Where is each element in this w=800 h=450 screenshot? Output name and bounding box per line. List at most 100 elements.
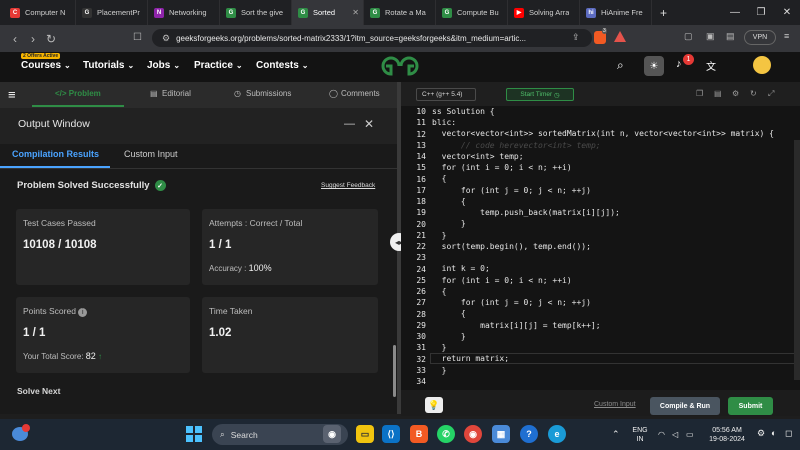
wifi-icon[interactable]: ◠ [658,430,665,439]
site-info-icon[interactable]: ⚙ [162,33,170,44]
file-explorer-icon[interactable]: ▭ [356,425,374,443]
tab-editorial[interactable]: Editorial [162,89,191,98]
edge-icon[interactable]: e [548,425,566,443]
settings-icon[interactable]: ⚙ [757,429,765,438]
tab-title: Sorted [313,8,336,17]
whatsapp-icon[interactable]: ✆ [437,425,455,443]
tab-submissions[interactable]: Submissions [246,89,291,98]
accuracy-label: Accuracy : [209,264,247,273]
maximize-icon[interactable]: ❐ [748,7,774,18]
help-icon[interactable]: ? [520,425,538,443]
sidebar-icon[interactable]: ▢ [684,31,693,42]
tab-title: Networking [169,8,207,17]
gfg-logo-icon [381,56,419,76]
suggest-feedback-link[interactable]: Suggest Feedback [321,182,375,189]
tray-chevron-icon[interactable]: ⌃ [612,430,620,439]
output-scrollbar[interactable] [393,345,396,397]
start-timer-button[interactable]: Start Timer ◷ [506,88,574,101]
notification-icon[interactable]: ◻ [785,429,792,438]
extensions-icon[interactable]: ▣ [706,31,715,42]
vscode-icon[interactable]: ⟨⟩ [382,425,400,443]
menu-courses[interactable]: Courses ⌄ [21,60,71,71]
tab-custom-input[interactable]: Custom Input [124,149,178,159]
theme-toggle-icon[interactable]: ☀ [644,56,664,76]
browser-tab[interactable]: G Sort the give [220,0,292,25]
bookmark-icon[interactable]: ☐ [133,32,142,43]
tab-title: Rotate a Ma [385,8,426,17]
volume-icon[interactable]: ◁ [672,430,678,439]
compile-run-button[interactable]: Compile & Run [650,397,720,415]
browser-tab[interactable]: ▶ Solving Arra [508,0,580,25]
tab-comments[interactable]: Comments [341,89,380,98]
line-number: 15 [416,163,426,173]
submit-button[interactable]: Submit [728,397,773,415]
menu-contests[interactable]: Contests ⌄ [256,60,309,71]
close-window-icon[interactable]: ✕ [774,7,800,18]
browser-menu-icon[interactable]: ≡ [784,31,789,41]
language-select[interactable]: C++ (g++ 5.4) [416,88,476,101]
code-line: for (int i = 0; i < n; ++i) [432,163,572,172]
settings-icon[interactable]: ⚙ [732,89,739,98]
close-panel-icon[interactable]: ✕ [364,117,374,131]
reload-icon[interactable]: ↻ [42,32,60,46]
browser-tab[interactable]: G Sorted ✕ [292,0,364,25]
translate-icon[interactable]: 文 [706,58,716,73]
share-icon[interactable]: ⇪ [572,32,580,43]
start-icon[interactable] [186,426,202,442]
lightbulb-icon[interactable]: 💡 [425,397,443,413]
wallet-icon[interactable]: ▤ [726,31,735,42]
minimize-panel-icon[interactable]: — [344,118,355,130]
editor-scrollbar[interactable] [794,140,800,380]
color-icon[interactable]: ◐ [771,429,776,438]
file-icon[interactable]: ▤ [714,89,722,98]
card-time: Time Taken 1.02 [202,297,378,373]
menu-practice[interactable]: Practice ⌄ [194,60,243,71]
reset-icon[interactable]: ↻ [750,89,757,98]
battery-icon[interactable]: ▭ [686,430,694,439]
tab-compilation-results[interactable]: Compilation Results [12,149,99,159]
info-icon[interactable]: i [78,308,88,317]
line-number: 25 [416,275,426,285]
menu-jobs[interactable]: Jobs ⌄ [147,60,180,71]
code-line: } [432,366,447,375]
store-icon[interactable]: ▦ [492,425,510,443]
browser-tab[interactable]: G Compute Bu [436,0,508,25]
new-tab-button[interactable]: + [660,6,667,20]
camera-icon[interactable]: ◉ [323,425,341,443]
notification-bell-icon[interactable]: ♪ [676,58,682,70]
browser-tab[interactable]: N Networking [148,0,220,25]
chevron-down-icon: ⌄ [173,61,181,70]
minimize-icon[interactable]: — [722,7,748,18]
clock[interactable]: 05:56 AM 19-08-2024 [704,426,750,444]
chrome-icon[interactable]: ◉ [464,425,482,443]
line-number: 26 [416,287,426,296]
editor-gutter [427,106,430,390]
brave-icon[interactable]: B [410,425,428,443]
close-tab-icon[interactable]: ✕ [352,8,359,17]
custom-input-link[interactable]: Custom Input [594,401,636,408]
card-value: 1.02 [209,327,232,339]
browser-tab[interactable]: G Rotate a Ma [364,0,436,25]
user-avatar[interactable] [753,56,771,74]
total-score-row: Your Total Score: 82 ↑ [23,351,102,361]
search-icon[interactable]: ⌕ [617,58,624,73]
brave-rewards-icon[interactable] [614,31,626,42]
browser-tab[interactable]: hi HiAnime Fre [580,0,652,25]
copy-icon[interactable]: ❐ [696,89,703,98]
tab-favicon-icon: C [10,7,20,18]
gfg-logo[interactable] [380,55,420,77]
hamburger-icon[interactable]: ≡ [8,87,16,102]
browser-tab[interactable]: G PlacementPr [76,0,148,25]
tab-favicon-icon: G [226,7,236,18]
address-bar[interactable]: ⚙ geeksforgeeks.org/problems/sorted-matr… [152,29,592,47]
chevron-down-icon: ⌄ [64,61,71,70]
vpn-button[interactable]: VPN [744,30,776,45]
browser-tab[interactable]: C Computer N [4,0,76,25]
tab-problem[interactable]: </> Problem [55,89,101,98]
back-icon[interactable]: ‹ [6,32,24,46]
fullscreen-icon[interactable]: ⤢ [768,89,774,99]
language-indicator[interactable]: ENG IN [630,426,650,444]
menu-tutorials[interactable]: Tutorials ⌄ [83,60,134,71]
forward-icon[interactable]: › [24,32,42,46]
line-number: 24 [416,264,426,274]
